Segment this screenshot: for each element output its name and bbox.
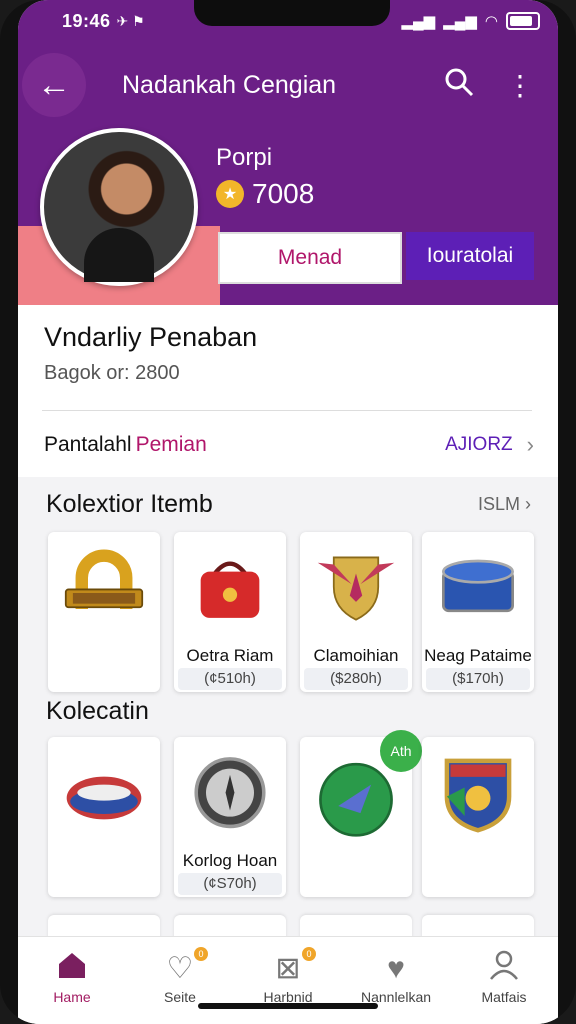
- row-label: Pantalahl: [44, 433, 132, 456]
- item-name: Clamoihian: [313, 646, 399, 665]
- home-icon: [56, 949, 88, 989]
- item-price: ($170h): [426, 668, 530, 690]
- outline-button[interactable]: Menad: [218, 232, 402, 284]
- chevron-right-icon: ›: [526, 432, 534, 457]
- phone-frame: 19:46 ✈ ⚑ ▂▄▆ ▂▄▆ ◠ ← Nadankah Cengian ⋮…: [0, 0, 576, 1024]
- item-name: Korlog Hoan: [182, 851, 278, 870]
- app-bar: ← Nadankah Cengian ⋮: [18, 53, 558, 117]
- row-label-accent: Pemian: [135, 433, 207, 456]
- back-arrow-icon[interactable]: ←: [22, 53, 86, 117]
- bracelet-icon: [64, 755, 144, 841]
- collection-item[interactable]: Korlog Hoan (¢S70h): [174, 737, 286, 897]
- avatar[interactable]: [40, 128, 198, 286]
- collection-item[interactable]: [48, 532, 160, 692]
- wifi-icon: ◠: [484, 13, 498, 30]
- screen: 19:46 ✈ ⚑ ▂▄▆ ▂▄▆ ◠ ← Nadankah Cengian ⋮…: [18, 0, 558, 1024]
- coin-icon: ★: [216, 180, 244, 208]
- search-icon[interactable]: [444, 67, 474, 104]
- collection-item[interactable]: [422, 737, 534, 897]
- profile-name: Porpi: [216, 144, 273, 171]
- more-vertical-icon[interactable]: ⋮: [506, 69, 534, 102]
- nav-label: Matfais: [481, 989, 527, 1005]
- status-time: 19:46: [62, 10, 111, 31]
- shield-heart-icon: ♥: [387, 952, 405, 985]
- collection2-title: Kolecatin: [46, 697, 149, 725]
- row-action[interactable]: AJIORZ: [445, 434, 513, 456]
- see-more-link[interactable]: ISLM ›: [478, 494, 531, 515]
- battery-icon: [506, 12, 540, 30]
- settings-row[interactable]: Pantalahl Pemian AJIORZ ›: [44, 430, 534, 460]
- nav-item-profile[interactable]: Matfais: [450, 937, 558, 1024]
- nav-label: Hame: [53, 989, 91, 1005]
- collection-header: Kolextior Itemb ISLM ›: [46, 490, 531, 519]
- divider: [42, 410, 532, 411]
- signal2-icon: ▂▄▆: [443, 13, 477, 30]
- coin-count: 7008: [252, 178, 315, 209]
- bottom-nav: Hame 0 ♡ Seite 0 ⊠ Harbnid ♥ Nannlelkan …: [18, 936, 558, 1024]
- collection-item[interactable]: Clamoihian ($280h): [300, 532, 412, 692]
- winged-shield-icon: [316, 542, 396, 628]
- info-subtitle: Bagok or: 2800: [44, 362, 180, 384]
- item-price: (¢S70h): [178, 873, 282, 895]
- info-title: Vndarliy Penaban: [44, 322, 258, 352]
- item-name: Oetra Riam: [186, 646, 274, 665]
- star-box-icon: ⊠: [275, 952, 301, 985]
- collection-title: Kolextior Itemb: [46, 490, 213, 518]
- status-indicators: ✈ ⚑: [116, 12, 145, 29]
- item-price: ($280h): [304, 668, 408, 690]
- home-indicator[interactable]: [198, 1003, 378, 1009]
- nav-item-box[interactable]: 0 ⊠ Harbnid: [234, 937, 342, 1024]
- signal-icon: ▂▄▆: [401, 13, 436, 30]
- crest-shield-icon: [438, 749, 518, 835]
- camera-notch: [194, 0, 390, 26]
- collection-item[interactable]: [48, 737, 160, 897]
- coin-balance: ★ 7008: [216, 178, 314, 210]
- collection-item[interactable]: Oetra Riam (¢510h): [174, 532, 286, 692]
- green-orb-icon: [316, 755, 396, 841]
- person-icon: [488, 949, 520, 989]
- collection-item[interactable]: Neag Pataime ($170h): [422, 532, 534, 692]
- nav-item-home[interactable]: Hame: [18, 937, 126, 1024]
- nav-item-heart[interactable]: 0 ♡ Seite: [126, 937, 234, 1024]
- blue-tin-icon: [438, 542, 518, 628]
- horseshoe-badge-icon: [64, 542, 144, 628]
- item-price: (¢510h): [178, 668, 282, 690]
- heart-icon: ♡: [166, 952, 194, 985]
- page-title: Nadankah Cengian: [122, 70, 337, 99]
- compass-medal-icon: [190, 747, 270, 833]
- see-more-label: ISLM: [477, 494, 520, 514]
- nav-item-shield[interactable]: ♥ Nannlelkan: [342, 937, 450, 1024]
- new-badge: Ath: [380, 730, 422, 772]
- notification-dot: 0: [302, 947, 316, 961]
- filled-button[interactable]: Iouratolai: [406, 232, 534, 280]
- item-name: Neag Pataime: [424, 646, 532, 665]
- notification-dot: 0: [194, 947, 208, 961]
- red-bag-icon: [190, 542, 270, 628]
- nav-label: Seite: [164, 989, 196, 1005]
